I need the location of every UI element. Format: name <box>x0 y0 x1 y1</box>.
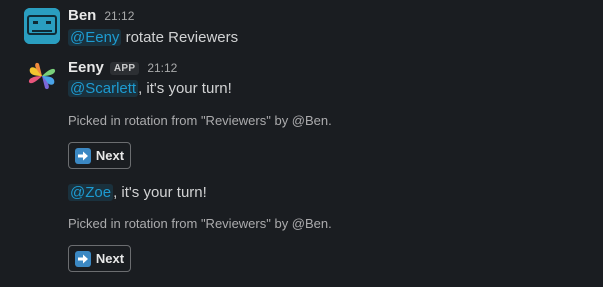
right-arrow-icon <box>74 250 91 267</box>
message-header: Ben 21:12 <box>68 7 134 24</box>
message-header: Eeny APP 21:12 <box>68 59 177 76</box>
turn-text: @Zoe, it's your turn! <box>68 184 207 201</box>
next-button[interactable]: Next <box>68 142 131 169</box>
avatar-eeny[interactable] <box>24 58 60 94</box>
turn-body: , it's your turn! <box>138 80 232 97</box>
timestamp[interactable]: 21:12 <box>104 9 134 23</box>
mention-zoe[interactable]: @Zoe <box>68 184 114 201</box>
author-name[interactable]: Ben <box>68 7 96 24</box>
mention-scarlett[interactable]: @Scarlett <box>68 80 139 97</box>
context-text: Picked in rotation from "Reviewers" by @… <box>68 113 332 128</box>
turn-body: , it's your turn! <box>113 184 207 201</box>
avatar-ben[interactable] <box>24 8 60 44</box>
app-logo-icon <box>28 62 56 90</box>
robot-face-icon <box>24 8 60 44</box>
author-name[interactable]: Eeny <box>68 59 104 76</box>
next-button-label: Next <box>95 251 125 266</box>
app-badge: APP <box>109 62 140 75</box>
next-button-label: Next <box>95 148 125 163</box>
turn-text: @Scarlett, it's your turn! <box>68 80 232 97</box>
message-text: @Eeny rotate Reviewers <box>68 29 238 46</box>
timestamp[interactable]: 21:12 <box>147 61 177 75</box>
mention-eeny[interactable]: @Eeny <box>68 29 122 46</box>
context-text: Picked in rotation from "Reviewers" by @… <box>68 216 332 231</box>
next-button[interactable]: Next <box>68 245 131 272</box>
right-arrow-icon <box>74 147 91 164</box>
message-body: rotate Reviewers <box>121 29 239 46</box>
